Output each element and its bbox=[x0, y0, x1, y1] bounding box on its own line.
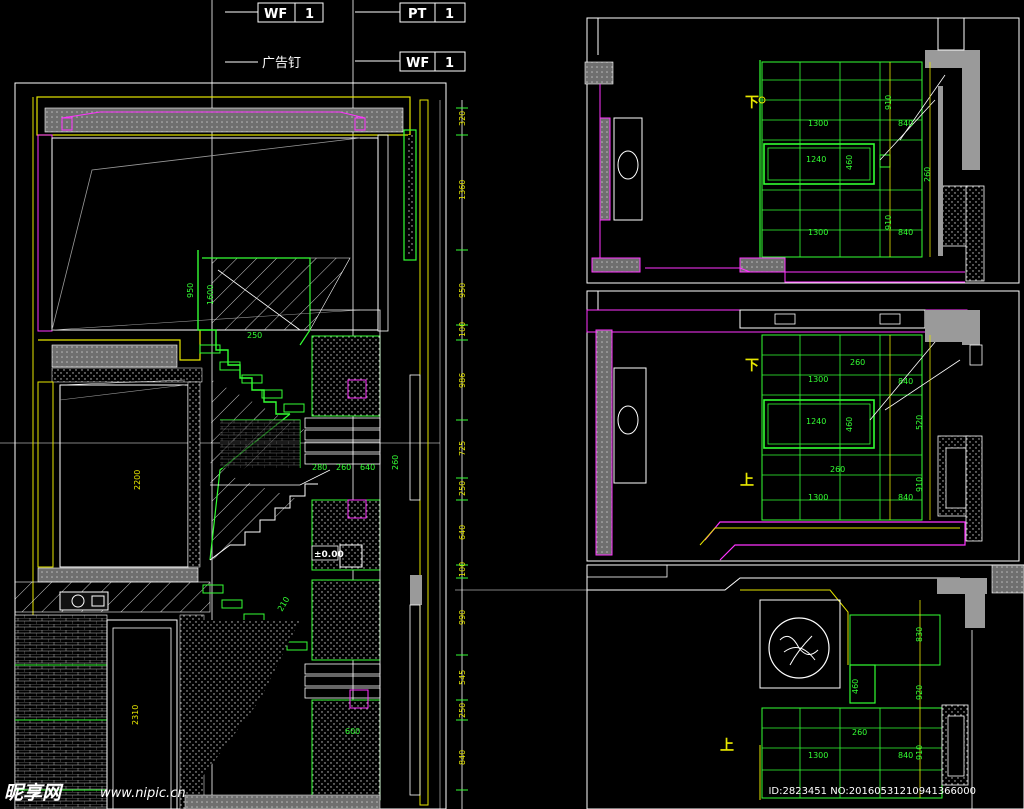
down-label: 下 bbox=[745, 95, 759, 111]
dim-label: 545 bbox=[458, 670, 467, 685]
dim-1300: 1300 bbox=[808, 751, 828, 760]
cad-drawing-canvas[interactable]: 320 1360 950 100 986 725 250 640 100 990… bbox=[0, 0, 1024, 809]
dim-210: 210 bbox=[276, 595, 291, 613]
right-middle-labels: 下 上 260 1300 1240 260 1300 840 840 460 9… bbox=[740, 358, 924, 502]
dim-280: 280 bbox=[312, 463, 327, 472]
tag-number: 1 bbox=[445, 7, 454, 22]
dim-520: 520 bbox=[915, 415, 924, 430]
dim-920: 920 bbox=[915, 685, 924, 700]
dim-460: 460 bbox=[851, 679, 860, 694]
dim-1300: 1300 bbox=[808, 228, 828, 237]
tag-code: PT bbox=[408, 7, 427, 22]
image-id-text: ID:2823451 NO:20160531210941366000 bbox=[768, 786, 976, 797]
watermark-url: www.nipic.cn bbox=[100, 786, 186, 801]
dim-950: 950 bbox=[186, 283, 195, 298]
dim-260b: 260 bbox=[391, 455, 400, 470]
dim-1300: 1300 bbox=[808, 493, 828, 502]
right-top-labels: 下 1300 1240 1300 840 840 910 910 460 260 bbox=[745, 95, 932, 237]
material-tag-wf1-top[interactable]: WF 1 bbox=[225, 2, 324, 23]
dim-260: 260 bbox=[830, 465, 845, 474]
dim-830: 830 bbox=[915, 627, 924, 642]
tag-number: 1 bbox=[445, 56, 454, 71]
dim-840: 840 bbox=[898, 377, 913, 386]
dim-2310: 2310 bbox=[131, 705, 140, 725]
dim-260: 260 bbox=[336, 463, 351, 472]
dim-910: 910 bbox=[884, 95, 893, 110]
dim-910: 910 bbox=[915, 745, 924, 760]
dim-840: 840 bbox=[898, 228, 913, 237]
dim-1600: 1600 bbox=[206, 285, 215, 305]
dim-label: 250 bbox=[458, 703, 467, 718]
nail-label: 广告钉 bbox=[262, 56, 301, 71]
dim-260: 260 bbox=[923, 167, 932, 182]
down-label: 下 bbox=[745, 358, 759, 374]
right-top-elevation bbox=[584, 17, 1020, 284]
dim-2200: 2200 bbox=[133, 470, 142, 490]
dim-label: 320 bbox=[458, 111, 467, 126]
material-tag-pt1[interactable]: PT 1 bbox=[355, 2, 466, 23]
dim-label: 640 bbox=[458, 525, 467, 540]
tag-code: WF bbox=[264, 7, 287, 22]
up-label: 上 bbox=[720, 738, 734, 754]
tag-number: 1 bbox=[305, 7, 314, 22]
elevation-mark: ±0.00 bbox=[314, 550, 344, 560]
dim-840: 840 bbox=[898, 751, 913, 760]
dim-1240: 1240 bbox=[806, 155, 826, 164]
dim-260: 260 bbox=[850, 358, 865, 367]
dim-1240: 1240 bbox=[806, 417, 826, 426]
dim-label: 990 bbox=[458, 610, 467, 625]
dim-460: 460 bbox=[845, 417, 854, 432]
dim-label: 100 bbox=[458, 322, 467, 337]
dim-600: 600 bbox=[345, 727, 360, 736]
dim-910: 910 bbox=[884, 215, 893, 230]
watermark-brand: 昵享网 bbox=[4, 782, 62, 804]
dim-label: 950 bbox=[458, 283, 467, 298]
dim-250: 250 bbox=[247, 331, 262, 340]
dim-1300: 1300 bbox=[808, 375, 828, 384]
right-middle-elevation bbox=[586, 290, 1020, 562]
tag-code: WF bbox=[406, 56, 429, 71]
material-tag-wf1-mid[interactable]: WF 1 bbox=[355, 51, 466, 72]
right-bottom-labels: 上 1300 260 840 460 910 830 920 bbox=[720, 627, 924, 760]
dim-640: 640 bbox=[360, 463, 375, 472]
dim-460: 460 bbox=[845, 155, 854, 170]
dim-840: 840 bbox=[898, 119, 913, 128]
left-section-drawing bbox=[0, 0, 468, 809]
dim-label: 100 bbox=[458, 562, 467, 577]
dim-260: 260 bbox=[852, 728, 867, 737]
dim-label: 1360 bbox=[458, 180, 467, 200]
dim-label: 986 bbox=[458, 373, 467, 388]
dim-1300: 1300 bbox=[808, 119, 828, 128]
up-label: 上 bbox=[740, 473, 754, 489]
dim-label: 840 bbox=[458, 750, 467, 765]
dim-910: 910 bbox=[915, 477, 924, 492]
dim-label: 725 bbox=[458, 441, 467, 456]
nail-label-group: 广告钉 bbox=[225, 56, 301, 71]
right-bottom-elevation bbox=[586, 564, 1024, 809]
dim-840: 840 bbox=[898, 493, 913, 502]
dim-label: 250 bbox=[458, 481, 467, 496]
